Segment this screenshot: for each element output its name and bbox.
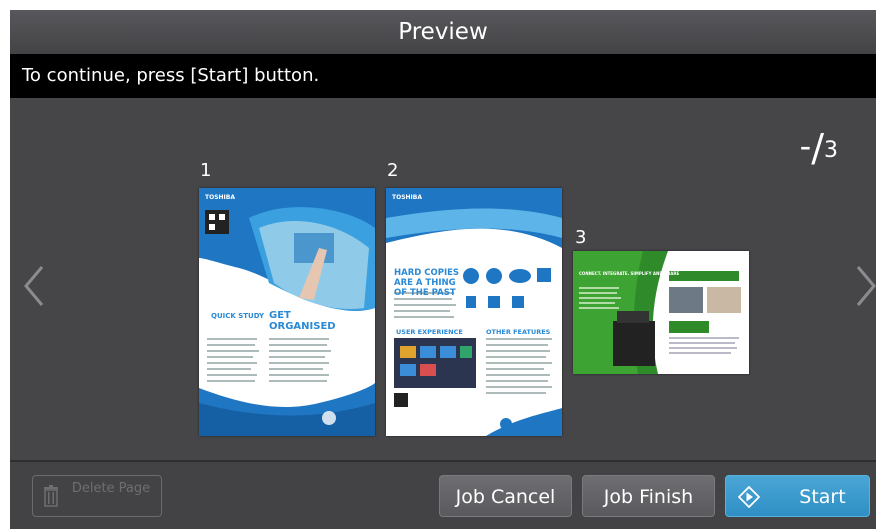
page-number-2: 2: [387, 160, 399, 181]
page-2-headline-line-2: ARE A THING: [394, 278, 456, 288]
page-2-headline: HARD COPIES ARE A THING OF THE PAST: [394, 268, 459, 298]
job-finish-button[interactable]: Job Finish: [582, 475, 715, 517]
page-1-heading-right-line-2: ORGANISED: [269, 321, 336, 332]
status-message: To continue, press [Start] button.: [10, 54, 876, 98]
page-1-heading-left: QUICK STUDY: [211, 312, 265, 320]
page-counter-separator: /: [811, 126, 824, 170]
page-2-brand: TOSHIBA: [392, 194, 422, 201]
trash-icon: [44, 485, 58, 507]
page-2-headline-line-1: HARD COPIES: [394, 268, 460, 278]
page-2-art: [386, 188, 562, 436]
delete-page-button[interactable]: Delete Page: [32, 475, 162, 517]
next-page-button[interactable]: [852, 263, 876, 309]
page-1-brand: TOSHIBA: [205, 194, 235, 201]
page-3-art: [573, 251, 749, 374]
page-1-heading-right: GET ORGANISED: [269, 310, 336, 332]
page-3-heading: CONNECT. INTEGRATE. SIMPLIFY AND SHARE: [579, 271, 680, 276]
page-number-1: 1: [200, 160, 212, 181]
diamond-start-icon: [738, 486, 760, 508]
delete-page-label: Delete Page: [71, 481, 151, 496]
start-button[interactable]: Start: [725, 475, 870, 517]
start-label: Start: [799, 486, 846, 508]
previous-page-button[interactable]: [22, 263, 46, 309]
job-cancel-button[interactable]: Job Cancel: [439, 475, 572, 517]
chevron-left-icon: [24, 266, 44, 306]
page-2-headline-line-3: OF THE PAST: [394, 288, 456, 298]
page-1-heading-right-line-1: GET: [269, 310, 291, 321]
page-thumbnail-3[interactable]: CONNECT. INTEGRATE. SIMPLIFY AND SHARE: [573, 251, 749, 374]
page-counter-total: 3: [824, 138, 838, 163]
page-counter: -/3: [799, 122, 838, 170]
page-2-section-right: OTHER FEATURES: [486, 328, 551, 336]
window-title: Preview: [10, 10, 876, 54]
page-number-3: 3: [575, 227, 587, 248]
page-thumbnail-1[interactable]: TOSHIBA QUICK STUDY GET ORGANISED: [199, 188, 375, 436]
chevron-right-icon: [856, 266, 876, 306]
preview-screen: Preview To continue, press [Start] butto…: [10, 10, 876, 529]
preview-area: -/3 1 TOSHIBA QUICK STUDY GET ORGANISED …: [10, 98, 876, 460]
page-counter-current: -: [799, 127, 812, 165]
page-thumbnail-2[interactable]: TOSHIBA HARD COPIES ARE A THING OF THE P…: [386, 188, 562, 436]
action-bar: Delete Page Job Cancel Job Finish Start: [10, 462, 876, 529]
page-2-section-left: USER EXPERIENCE: [396, 328, 463, 336]
